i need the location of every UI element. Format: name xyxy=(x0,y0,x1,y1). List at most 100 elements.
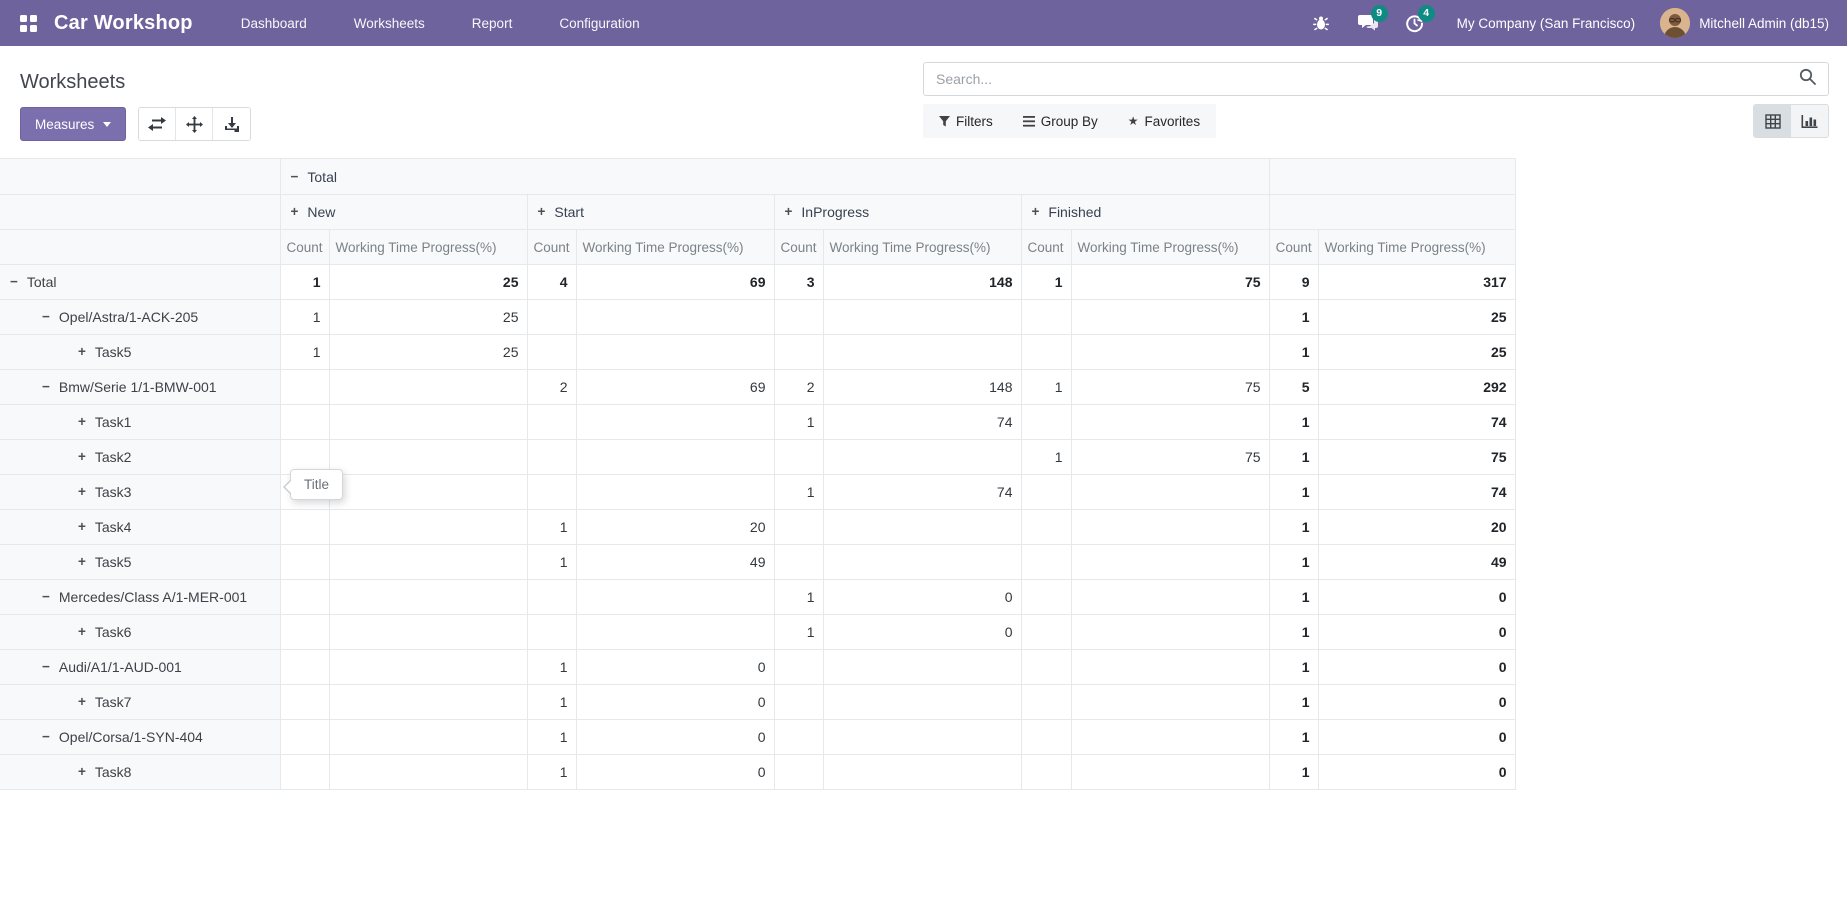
activities-clock-icon[interactable]: 4 xyxy=(1404,12,1426,34)
pivot-cell[interactable] xyxy=(1021,755,1071,790)
pivot-cell[interactable]: 1 xyxy=(1269,685,1318,720)
pivot-view-button[interactable] xyxy=(1754,105,1791,137)
pivot-cell[interactable] xyxy=(576,580,774,615)
pivot-cell[interactable] xyxy=(527,475,576,510)
pivot-cell[interactable] xyxy=(823,300,1021,335)
pivot-cell[interactable] xyxy=(329,755,527,790)
pivot-cell[interactable] xyxy=(280,580,329,615)
pivot-row-label[interactable]: −Total xyxy=(0,265,280,300)
pivot-cell[interactable]: 75 xyxy=(1071,265,1269,300)
pivot-measure-header[interactable]: Count xyxy=(280,230,329,265)
pivot-cell[interactable] xyxy=(774,685,823,720)
app-brand[interactable]: Car Workshop xyxy=(54,12,193,35)
pivot-cell[interactable] xyxy=(576,300,774,335)
pivot-cell[interactable] xyxy=(1071,335,1269,370)
pivot-cell[interactable]: 0 xyxy=(576,685,774,720)
pivot-cell[interactable]: 1 xyxy=(1269,475,1318,510)
pivot-row-label[interactable]: +Task4 xyxy=(0,510,280,545)
pivot-measure-header[interactable]: Working Time Progress(%) xyxy=(1071,230,1269,265)
pivot-cell[interactable]: 1 xyxy=(1269,720,1318,755)
pivot-cell[interactable]: 0 xyxy=(1318,650,1515,685)
pivot-cell[interactable]: 317 xyxy=(1318,265,1515,300)
pivot-cell[interactable] xyxy=(1071,685,1269,720)
pivot-cell[interactable]: 25 xyxy=(1318,335,1515,370)
pivot-row-label[interactable]: +Task6 xyxy=(0,615,280,650)
pivot-cell[interactable] xyxy=(774,510,823,545)
pivot-cell[interactable] xyxy=(823,335,1021,370)
pivot-cell[interactable] xyxy=(576,440,774,475)
pivot-cell[interactable]: 1 xyxy=(774,405,823,440)
pivot-cell[interactable]: 1 xyxy=(527,650,576,685)
pivot-cell[interactable]: 69 xyxy=(576,370,774,405)
pivot-cell[interactable]: 1 xyxy=(280,335,329,370)
pivot-cell[interactable] xyxy=(823,720,1021,755)
pivot-cell[interactable] xyxy=(329,545,527,580)
pivot-cell[interactable] xyxy=(1071,720,1269,755)
pivot-cell[interactable] xyxy=(527,335,576,370)
pivot-cell[interactable] xyxy=(527,300,576,335)
pivot-cell[interactable] xyxy=(1071,545,1269,580)
pivot-cell[interactable]: 148 xyxy=(823,265,1021,300)
favorites-button[interactable]: ★ Favorites xyxy=(1128,114,1200,129)
pivot-cell[interactable] xyxy=(1021,475,1071,510)
pivot-cell[interactable]: 1 xyxy=(1021,440,1071,475)
pivot-cell[interactable]: 1 xyxy=(527,510,576,545)
pivot-cell[interactable]: 3 xyxy=(774,265,823,300)
pivot-row-label[interactable]: +Task8 xyxy=(0,755,280,790)
pivot-cell[interactable] xyxy=(823,545,1021,580)
pivot-cell[interactable] xyxy=(823,755,1021,790)
pivot-cell[interactable] xyxy=(823,685,1021,720)
menu-item-dashboard[interactable]: Dashboard xyxy=(241,16,307,31)
pivot-cell[interactable]: 1 xyxy=(1269,405,1318,440)
pivot-cell[interactable]: 2 xyxy=(774,370,823,405)
pivot-cell[interactable] xyxy=(329,405,527,440)
flip-axis-button[interactable] xyxy=(139,108,176,140)
pivot-cell[interactable] xyxy=(774,300,823,335)
pivot-cell[interactable]: 4 xyxy=(527,265,576,300)
pivot-cell[interactable]: 1 xyxy=(1021,370,1071,405)
pivot-cell[interactable]: 1 xyxy=(280,300,329,335)
pivot-total-group-header[interactable]: −Total xyxy=(280,159,1269,195)
pivot-cell[interactable] xyxy=(1071,300,1269,335)
pivot-cell[interactable] xyxy=(280,615,329,650)
pivot-cell[interactable]: 1 xyxy=(280,265,329,300)
pivot-cell[interactable]: 0 xyxy=(576,720,774,755)
menu-item-configuration[interactable]: Configuration xyxy=(559,16,639,31)
pivot-cell[interactable] xyxy=(329,440,527,475)
pivot-cell[interactable]: 0 xyxy=(823,580,1021,615)
pivot-cell[interactable]: 292 xyxy=(1318,370,1515,405)
pivot-cell[interactable] xyxy=(1021,510,1071,545)
pivot-cell[interactable]: 0 xyxy=(576,755,774,790)
pivot-cell[interactable] xyxy=(576,615,774,650)
pivot-cell[interactable]: 1 xyxy=(1021,265,1071,300)
pivot-cell[interactable]: 1 xyxy=(1269,335,1318,370)
pivot-row-label[interactable]: −Opel/Corsa/1-SYN-404 xyxy=(0,720,280,755)
pivot-cell[interactable] xyxy=(1021,545,1071,580)
menu-item-worksheets[interactable]: Worksheets xyxy=(354,16,425,31)
pivot-cell[interactable]: 0 xyxy=(576,650,774,685)
pivot-cell[interactable] xyxy=(280,405,329,440)
pivot-cell[interactable] xyxy=(329,720,527,755)
pivot-cell[interactable]: 0 xyxy=(1318,755,1515,790)
pivot-cell[interactable] xyxy=(329,475,527,510)
pivot-cell[interactable]: 74 xyxy=(1318,475,1515,510)
pivot-cell[interactable]: 49 xyxy=(576,545,774,580)
pivot-cell[interactable] xyxy=(823,510,1021,545)
pivot-cell[interactable]: 69 xyxy=(576,265,774,300)
pivot-cell[interactable] xyxy=(1071,755,1269,790)
pivot-cell[interactable]: 1 xyxy=(774,580,823,615)
download-xlsx-button[interactable] xyxy=(213,108,250,140)
pivot-cell[interactable] xyxy=(576,475,774,510)
pivot-cell[interactable] xyxy=(774,720,823,755)
pivot-cell[interactable]: 74 xyxy=(823,475,1021,510)
pivot-cell[interactable] xyxy=(823,650,1021,685)
pivot-measure-header[interactable]: Count xyxy=(527,230,576,265)
pivot-cell[interactable] xyxy=(329,650,527,685)
pivot-cell[interactable]: 0 xyxy=(1318,720,1515,755)
pivot-cell[interactable] xyxy=(1021,615,1071,650)
pivot-cell[interactable]: 75 xyxy=(1071,370,1269,405)
pivot-group-header-finished[interactable]: +Finished xyxy=(1021,195,1269,230)
pivot-cell[interactable]: 20 xyxy=(1318,510,1515,545)
pivot-cell[interactable] xyxy=(329,370,527,405)
pivot-cell[interactable] xyxy=(774,335,823,370)
